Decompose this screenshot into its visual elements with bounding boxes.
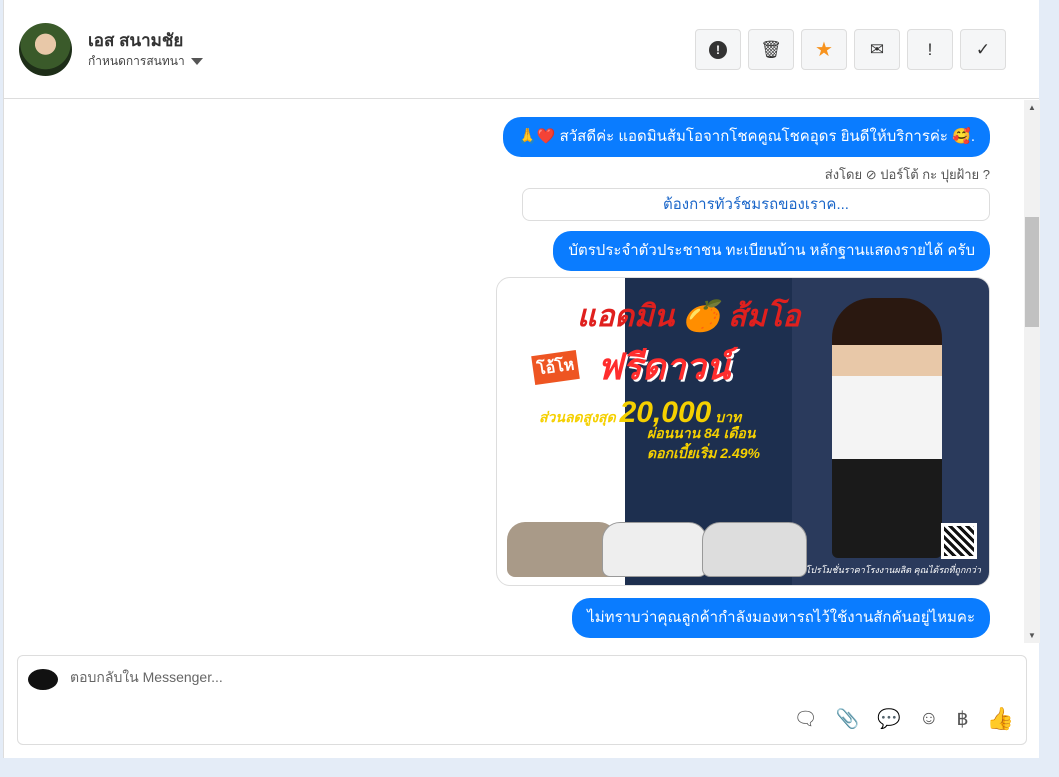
chat-bubble-icon[interactable]: 💬 [877,707,901,731]
scroll-up-icon[interactable]: ▲ [1028,103,1036,112]
quick-reply-button[interactable]: ต้องการทัวร์ชมรถของเราค... [522,188,990,221]
paperclip-icon[interactable]: 📎 [836,707,860,731]
saved-reply-icon[interactable]: 🗨 [794,707,818,731]
message-bubble: ไม่ทราบว่าคุณลูกค้ากำลังมองหารถไว้ใช้งาน… [572,598,990,638]
baht-icon[interactable]: ฿ [957,708,969,731]
message-bubble: บัตรประจำตัวประชาชน ทะเบียนบ้าน หลักฐานแ… [553,231,990,271]
contact-name[interactable]: เอส สนามชัย [88,27,183,54]
conversation-schedule-dropdown[interactable]: กำหนดการสนทนา [88,52,203,71]
qr-code [941,523,977,559]
ad-terms: ผ่อนนาน 84 เดือนดอกเบี้ยเริ่ม 2.49% [647,423,760,463]
conversation-panel: เอส สนามชัย กำหนดการสนทนา ! 🗑 ★ ✉ ! ✓ 🙏❤… [3,0,1040,758]
alert-circle-icon: ! [709,40,727,59]
ad-footer: โปรโมชั่นราคาโรงงานผลิต คุณได้รถที่ถูกกว… [805,565,981,575]
delete-button[interactable]: 🗑 [748,29,794,70]
check-icon: ✓ [975,39,991,59]
reply-input[interactable] [70,669,670,685]
message-bubble: 🙏❤️ สวัสดีค่ะ แอดมินส้มโอจากโชคคูณโชคอุด… [503,117,990,157]
sent-by-label: ส่งโดย ⊘ ปอร์โต้ กะ ปุยฝ้าย ? [824,167,990,182]
done-button[interactable]: ✓ [960,29,1006,70]
thumbs-up-icon[interactable]: 👍 [987,706,1014,732]
ad-free-down: ฟรีดาวน์ [597,346,731,387]
discount-label: ส่วนลดสูงสุด [539,409,616,425]
envelope-icon: ✉ [869,39,885,59]
car-image [602,522,707,577]
trash-icon: 🗑 [760,39,782,59]
scroll-down-icon[interactable]: ▼ [1028,631,1036,640]
interest: ดอกเบี้ยเริ่ม 2.49% [647,445,760,461]
car-image [702,522,807,577]
star-button[interactable]: ★ [801,29,847,70]
mark-unread-button[interactable]: ✉ [854,29,900,70]
ad-wow: โอ้โห [531,349,581,386]
model-figure [832,298,942,558]
thread-scrollbar[interactable]: ▲ ▼ [1024,100,1040,643]
exclamation-icon: ! [927,39,933,59]
follow-up-button[interactable]: ! [907,29,953,70]
avatar[interactable] [19,23,72,76]
conversation-header: เอส สนามชัย กำหนดการสนทนา ! 🗑 ★ ✉ ! ✓ [4,0,1039,99]
car-image [507,522,617,577]
reply-composer: 🗨 📎 💬 ☺ ฿ 👍 [17,655,1027,745]
ad-title: แอดมิน 🍊 ส้มโอ [577,300,801,333]
installment: ผ่อนนาน 84 เดือน [647,425,756,441]
promo-image[interactable]: แอดมิน 🍊 ส้มโอ โอ้โห ฟรีดาวน์ ส่วนลดสูงส… [496,277,990,586]
star-icon: ★ [815,39,833,61]
message-thread: 🙏❤️ สวัสดีค่ะ แอดมินส้มโอจากโชคคูณโชคอุด… [4,100,1024,643]
schedule-label: กำหนดการสนทนา [88,54,185,68]
emoji-icon[interactable]: ☺ [919,708,938,730]
spam-button[interactable]: ! [695,29,741,70]
caret-down-icon [190,58,203,66]
scrollbar-thumb[interactable] [1025,217,1039,327]
page-avatar [28,669,58,690]
